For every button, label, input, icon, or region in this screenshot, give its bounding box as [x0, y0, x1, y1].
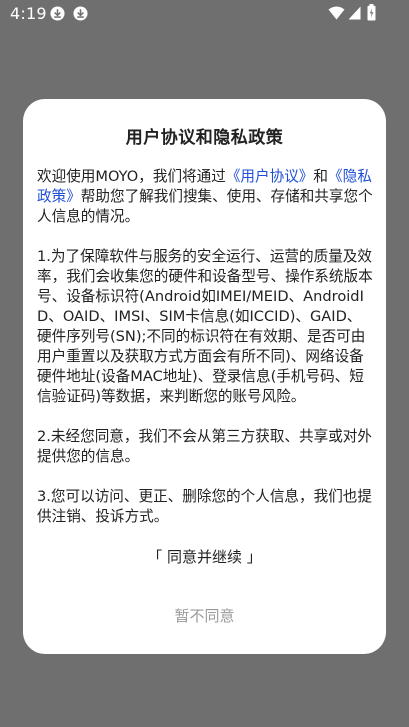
status-bar: 4:19 [0, 0, 409, 28]
privacy-dialog: 用户协议和隐私政策 欢迎使用MOYO，我们将通过《用户协议》和《隐私政策》帮助您… [23, 99, 386, 654]
disagree-button[interactable]: 暂不同意 [23, 605, 386, 626]
dialog-body: 欢迎使用MOYO，我们将通过《用户协议》和《隐私政策》帮助您了解我们搜集、使用、… [37, 167, 373, 527]
terms-paragraph-3: 3.您可以访问、更正、删除您的个人信息，我们也提供注销、投诉方式。 [37, 488, 372, 525]
intro-suffix: 帮助您了解我们搜集、使用、存储和共享您个人信息的情况。 [37, 188, 373, 225]
download-icon [50, 6, 65, 21]
dialog-title: 用户协议和隐私政策 [125, 128, 284, 148]
agree-continue-button[interactable]: 「 同意并继续 」 [23, 546, 386, 567]
wifi-icon [328, 6, 345, 20]
intro-paragraph: 欢迎使用MOYO，我们将通过《用户协议》和《隐私政策》帮助您了解我们搜集、使用、… [37, 167, 373, 227]
terms-paragraph-1: 1.为了保障软件与服务的安全运行、运营的质量及效率，我们会收集您的硬件和设备型号… [37, 248, 373, 405]
intro-and: 和 [313, 168, 329, 185]
status-time: 4:19 [10, 4, 47, 23]
signal-icon [348, 6, 361, 20]
terms-paragraph-2: 2.未经您同意，我们不会从第三方获取、共享或对外提供您的信息。 [37, 428, 372, 465]
download-icon [73, 6, 88, 21]
battery-icon [367, 4, 376, 21]
intro-prefix: 欢迎使用MOYO，我们将通过 [37, 168, 226, 185]
user-agreement-link[interactable]: 《用户协议》 [226, 168, 314, 185]
